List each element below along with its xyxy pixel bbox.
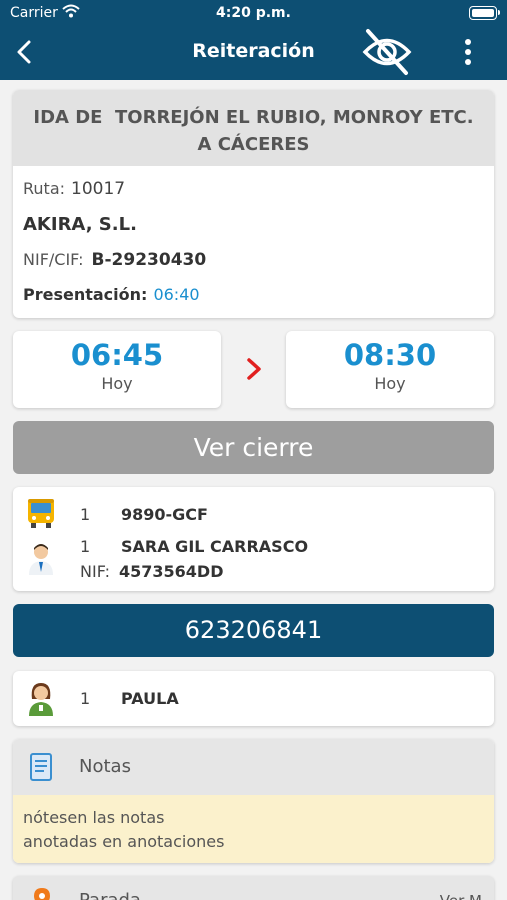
route-title-line2: A CÁCERES bbox=[197, 134, 310, 155]
status-time: 4:20 p.m. bbox=[216, 5, 291, 21]
vehicle-card: 1 9890-GCF 1 SARA GIL CARRASCO NIF: 4573… bbox=[13, 487, 494, 591]
phone-button[interactable]: 623206841 bbox=[13, 604, 494, 657]
battery-icon bbox=[469, 6, 500, 20]
nif-label: NIF/CIF: bbox=[23, 250, 84, 269]
start-day: Hoy bbox=[101, 374, 133, 393]
presentation-row: Presentación: 06:40 bbox=[23, 285, 200, 304]
start-time: 06:45 bbox=[70, 338, 164, 372]
company-row: AKIRA, S.L. bbox=[23, 214, 137, 235]
stop-action[interactable]: Ver M bbox=[440, 892, 482, 900]
more-vertical-icon[interactable] bbox=[458, 38, 478, 66]
ver-cierre-button[interactable]: Ver cierre bbox=[13, 421, 494, 474]
location-pin-icon bbox=[34, 888, 50, 900]
end-time-card[interactable]: 08:30 Hoy bbox=[286, 331, 494, 408]
bus-icon bbox=[28, 499, 54, 528]
guide-name: PAULA bbox=[121, 689, 179, 708]
route-number-row: Ruta: 10017 bbox=[23, 179, 125, 199]
guide-card: 1 PAULA bbox=[13, 671, 494, 726]
nif-row: NIF/CIF: B-29230430 bbox=[23, 250, 206, 270]
notes-body: nótesen las notas anotadas en anotacione… bbox=[13, 795, 494, 863]
route-card: IDA DE TORREJÓN EL RUBIO, MONROY ETC. A … bbox=[13, 90, 494, 318]
driver-name: SARA GIL CARRASCO bbox=[121, 537, 309, 556]
presentation-time: 06:40 bbox=[153, 285, 200, 304]
start-time-card[interactable]: 06:45 Hoy bbox=[13, 331, 221, 408]
notes-line-1: nótesen las notas bbox=[23, 808, 165, 827]
driver-nif: 4573564DD bbox=[119, 562, 224, 581]
page-title: Reiteración bbox=[192, 40, 315, 62]
notes-icon bbox=[30, 753, 52, 781]
notes-title: Notas bbox=[79, 756, 131, 777]
guide-count: 1 bbox=[80, 689, 91, 708]
guide-icon bbox=[29, 683, 53, 716]
end-time: 08:30 bbox=[343, 338, 437, 372]
route-value: 10017 bbox=[71, 179, 126, 199]
stop-title: Parada bbox=[79, 890, 141, 900]
driver-icon bbox=[29, 544, 53, 575]
status-bar: Carrier 4:20 p.m. bbox=[0, 0, 507, 28]
stop-card[interactable]: Parada Ver M bbox=[13, 876, 494, 900]
notes-card: Notas nótesen las notas anotadas en anot… bbox=[13, 739, 494, 863]
driver-nif-label: NIF: bbox=[80, 562, 111, 581]
notes-header[interactable]: Notas bbox=[13, 739, 494, 795]
presentation-label: Presentación: bbox=[23, 285, 148, 304]
bus-plate: 9890-GCF bbox=[121, 505, 208, 524]
bus-count: 1 bbox=[80, 505, 91, 524]
eye-off-icon[interactable] bbox=[360, 27, 414, 77]
notes-line-2: anotadas en anotaciones bbox=[23, 832, 225, 851]
app-header: Carrier 4:20 p.m. Reiteración bbox=[0, 0, 507, 80]
end-day: Hoy bbox=[374, 374, 406, 393]
company-name: AKIRA, S.L. bbox=[23, 214, 137, 235]
route-label: Ruta: bbox=[23, 179, 66, 198]
route-title-line1: IDA DE TORREJÓN EL RUBIO, MONROY ETC. bbox=[33, 107, 474, 128]
nif-value: B-29230430 bbox=[91, 250, 207, 270]
driver-count: 1 bbox=[80, 537, 91, 556]
route-title: IDA DE TORREJÓN EL RUBIO, MONROY ETC. A … bbox=[13, 90, 494, 166]
chevron-right-icon bbox=[247, 358, 261, 380]
